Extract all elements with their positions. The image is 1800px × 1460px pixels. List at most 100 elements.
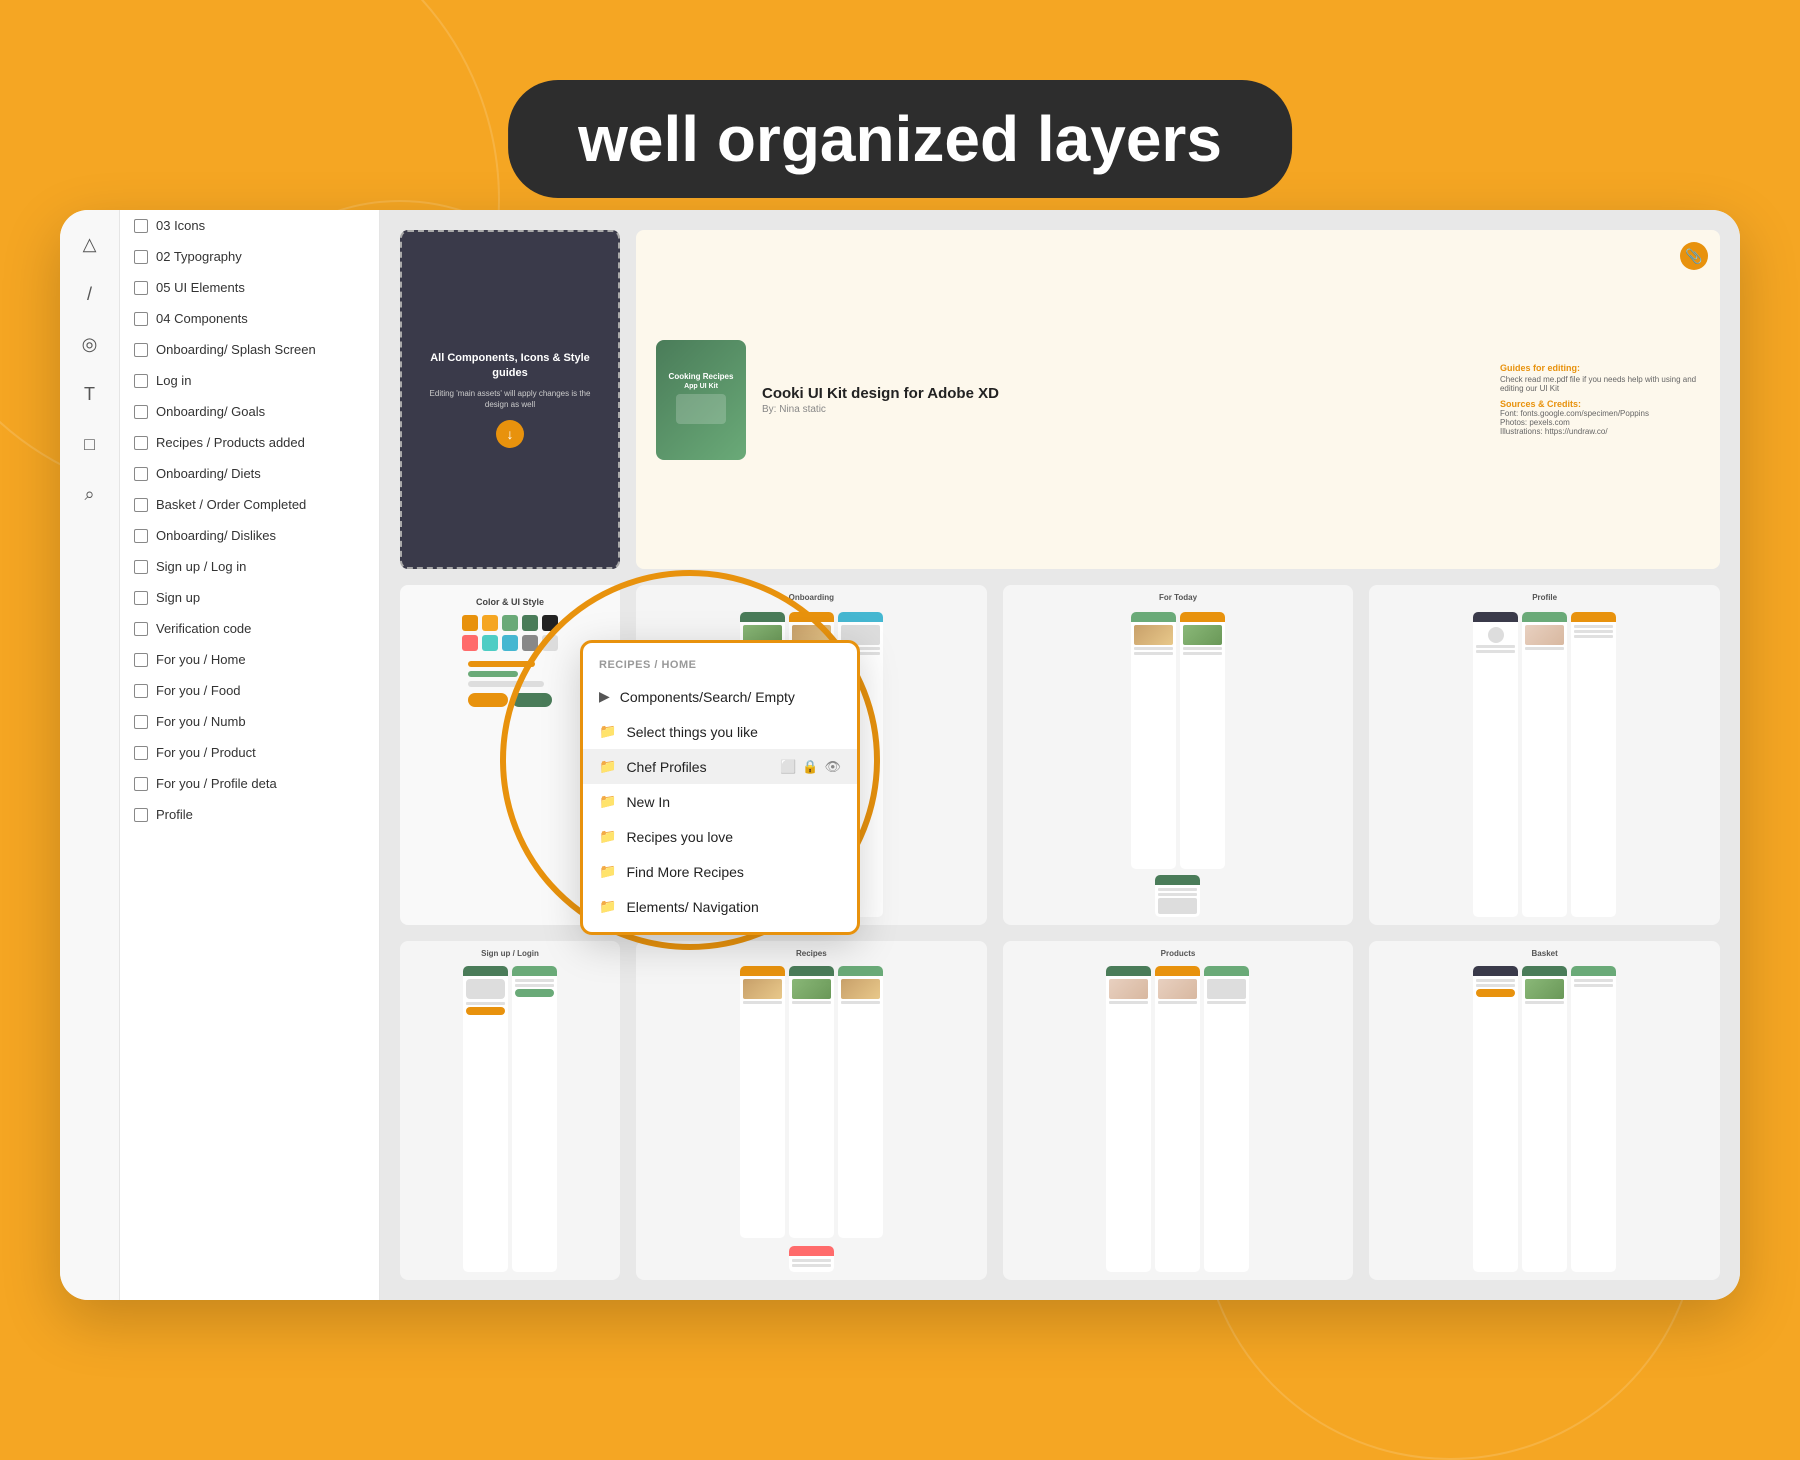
layer-page-icon (134, 808, 148, 822)
folder-popup-item[interactable]: ▶ Components/Search/ Empty (583, 679, 857, 714)
font-info: Font: fonts.google.com/specimen/Poppins (1500, 409, 1700, 418)
folder-popup-item[interactable]: 📁 Select things you like (583, 714, 857, 749)
signup-screens-card: Sign up / Login (400, 941, 620, 1280)
folder-item-label: New In (626, 794, 670, 810)
folder-item-label: Select things you like (626, 724, 758, 740)
folder-item-label: Chef Profiles (626, 759, 706, 775)
layer-item[interactable]: Sign up / Log in (120, 551, 379, 582)
folder-icon: ▶ (599, 688, 610, 705)
layer-item[interactable]: For you / Numb (120, 706, 379, 737)
lock-icon[interactable]: 🔒 (802, 759, 818, 775)
products-screens-card: Products (1003, 941, 1354, 1280)
screen-thumb (1180, 612, 1225, 868)
layer-item[interactable]: Onboarding/ Goals (120, 396, 379, 427)
layer-label: Basket / Order Completed (156, 497, 306, 512)
layer-label: For you / Food (156, 683, 241, 698)
layer-item[interactable]: 03 Icons (120, 210, 379, 241)
layer-item[interactable]: For you / Home (120, 644, 379, 675)
layer-item[interactable]: For you / Product (120, 737, 379, 768)
profile-screens-card: Profile (1369, 585, 1720, 924)
export-icon[interactable]: ⬜ (780, 759, 796, 775)
layer-page-icon (134, 746, 148, 760)
kit-guide: Guides for editing: Check read me.pdf fi… (1500, 363, 1700, 436)
layer-label: Sign up / Log in (156, 559, 246, 574)
download-icon: ↓ (496, 420, 524, 448)
layer-item[interactable]: Log in (120, 365, 379, 396)
layer-page-icon (134, 529, 148, 543)
folder-popup-item-new-in[interactable]: 📁 New In (583, 784, 857, 819)
triangle-icon[interactable]: △ (76, 230, 104, 258)
intro-subtitle: Editing 'main assets' will apply changes… (422, 388, 598, 410)
layer-item[interactable]: For you / Food (120, 675, 379, 706)
layer-item[interactable]: Onboarding/ Splash Screen (120, 334, 379, 365)
circle-icon[interactable]: ◎ (76, 330, 104, 358)
folder-popup: RECIPES / HOME ▶ Components/Search/ Empt… (580, 640, 860, 935)
folder-popup-item[interactable]: 📁 Elements/ Navigation (583, 889, 857, 924)
layer-item[interactable]: 02 Typography (120, 241, 379, 272)
layer-item[interactable]: For you / Profile deta (120, 768, 379, 799)
screen-thumb (463, 966, 508, 1272)
guide-title: Guides for editing: (1500, 363, 1700, 373)
kit-info-card: Cooking Recipes App UI Kit Cooki UI Kit … (636, 230, 1720, 569)
layer-label: 05 UI Elements (156, 280, 245, 295)
pen-icon[interactable]: / (76, 280, 104, 308)
folder-item-label: Find More Recipes (626, 864, 744, 880)
screen-thumb (1155, 966, 1200, 1272)
attachment-icon: 📎 (1680, 242, 1708, 270)
layer-item[interactable]: Basket / Order Completed (120, 489, 379, 520)
screen-thumb (1473, 612, 1518, 916)
folder-popup-item[interactable]: 📁 Recipes you love (583, 819, 857, 854)
layer-label: Profile (156, 807, 193, 822)
color-swatch (462, 615, 478, 631)
screen-thumb (512, 966, 557, 1272)
for-today-screens-2 (1155, 875, 1200, 917)
folder-popup-item[interactable]: 📁 Find More Recipes (583, 854, 857, 889)
section-label-basket: Basket (1532, 949, 1558, 958)
layer-label: Onboarding/ Goals (156, 404, 265, 419)
folder-popup-item-chef-profiles[interactable]: 📁 Chef Profiles ⬜ 🔒 👁 (583, 749, 857, 784)
layer-label: For you / Product (156, 745, 256, 760)
layer-page-icon (134, 436, 148, 450)
section-label-signup: Sign up / Login (481, 949, 539, 958)
layer-page-icon (134, 622, 148, 636)
shape-icon[interactable]: □ (76, 430, 104, 458)
layer-label: Log in (156, 373, 191, 388)
section-label-recipes: Recipes (796, 949, 827, 958)
folder-item-label: Elements/ Navigation (626, 899, 758, 915)
recipes-screens-card: Recipes (636, 941, 987, 1280)
toolbar: △ / ◎ T □ ⌕ (60, 210, 120, 1300)
section-label-profile: Profile (1532, 593, 1557, 602)
layer-label: Recipes / Products added (156, 435, 305, 450)
search-icon[interactable]: ⌕ (76, 480, 104, 508)
color-swatch (462, 635, 478, 651)
recipes-screens-2 (789, 1246, 834, 1272)
layer-item[interactable]: Onboarding/ Dislikes (120, 520, 379, 551)
intro-title: All Components, Icons & Style guides (422, 351, 598, 382)
screen-thumb (838, 966, 883, 1238)
layer-item[interactable]: Recipes / Products added (120, 427, 379, 458)
layer-item[interactable]: Sign up (120, 582, 379, 613)
folder-actions: ⬜ 🔒 👁 (780, 759, 841, 775)
text-icon[interactable]: T (76, 380, 104, 408)
basket-screens (1473, 966, 1616, 1272)
layer-item[interactable]: Verification code (120, 613, 379, 644)
eye-icon[interactable]: 👁 (824, 759, 841, 775)
layer-page-icon (134, 684, 148, 698)
screen-thumb (1473, 966, 1518, 1272)
kit-title: Cooki UI Kit design for Adobe XD (762, 385, 999, 402)
layer-page-icon (134, 653, 148, 667)
layer-item[interactable]: 05 UI Elements (120, 272, 379, 303)
layer-item[interactable]: 04 Components (120, 303, 379, 334)
section-label-products: Products (1161, 949, 1196, 958)
layer-label: Onboarding/ Dislikes (156, 528, 276, 543)
layer-item[interactable]: Profile (120, 799, 379, 830)
layer-page-icon (134, 281, 148, 295)
phone-thumbnail: Cooking Recipes App UI Kit (656, 340, 746, 460)
layer-item[interactable]: Onboarding/ Diets (120, 458, 379, 489)
color-palette-row (462, 615, 558, 631)
color-swatch (502, 615, 518, 631)
layer-page-icon (134, 591, 148, 605)
folder-icon: 📁 (599, 828, 616, 845)
ui-element-preview (468, 661, 552, 707)
layer-page-icon (134, 343, 148, 357)
